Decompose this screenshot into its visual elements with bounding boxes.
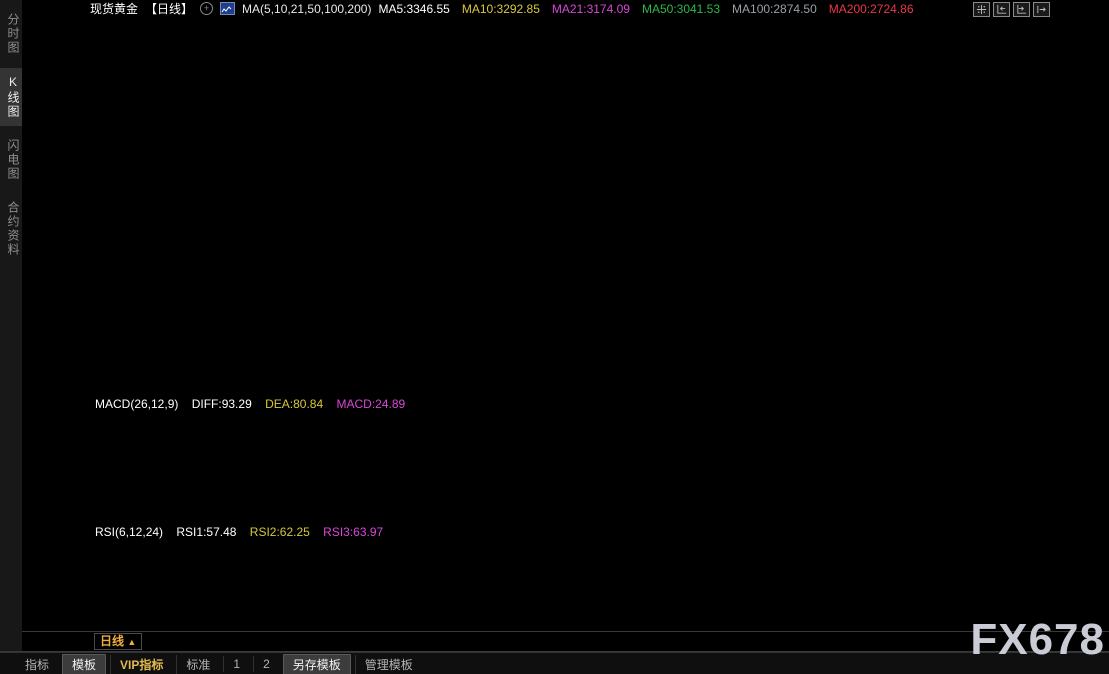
toolbar-item[interactable]: 标准: [176, 654, 219, 674]
symbol-name: 现货黄金: [90, 2, 139, 16]
ma-group-label: MA(5,10,21,50,100,200): [242, 1, 372, 16]
macd-panel-header: MACD(26,12,9) DIFF:93.29 DEA:80.84 MACD:…: [95, 397, 415, 411]
toolbar-item[interactable]: 另存模板: [282, 653, 351, 674]
sidebar-tab-item[interactable]: 闪电图: [0, 132, 22, 188]
mini-chart-icon: [220, 2, 236, 15]
sidebar-tab-active[interactable]: K线图: [0, 68, 22, 126]
axis-shift-right-icon[interactable]: [1013, 2, 1030, 17]
chart-toolbar-icons: [973, 2, 1050, 17]
macd-diff-value: DIFF:93.29: [191, 397, 252, 411]
chart-canvas[interactable]: [0, 0, 1109, 674]
axis-shift-left-icon[interactable]: [993, 2, 1010, 17]
macd-macd-value: MACD:24.89: [336, 397, 406, 411]
period-selector-arrow-icon: ▲: [127, 637, 137, 647]
ma-legend-value: MA10:3292.85: [461, 1, 540, 16]
macd-title: MACD(26,12,9): [95, 397, 179, 411]
trading-app-window: 分时图 K线图闪电图合约资料 现货黄金 【日线】 + MA(5,10,21,50,1…: [0, 0, 1109, 674]
rsi1-value: RSI1:57.48: [176, 525, 237, 539]
ma-legend-value: MA50:3041.53: [641, 1, 721, 16]
sidebar-tab-item[interactable]: 合约资料: [0, 194, 22, 264]
bottom-toolbar: 指标 模板 VIP指标 标准 1 2 另存模板 管理模板: [0, 652, 1109, 674]
toolbar-item[interactable]: 2: [253, 656, 279, 672]
rsi-panel-header: RSI(6,12,24) RSI1:57.48 RSI2:62.25 RSI3:…: [95, 525, 393, 539]
period-selector[interactable]: 日线 ▲: [94, 633, 143, 650]
ma-legend: MA5:3346.55 MA10:3292.85 MA21:3174.09 MA50:…: [378, 2, 913, 16]
watermark: FX678: [970, 615, 1105, 664]
rsi-title: RSI(6,12,24): [95, 525, 164, 539]
rsi2-value: RSI2:62.25: [249, 525, 310, 539]
chart-header: 现货黄金 【日线】 + MA(5,10,21,50,100,200) MA5:33…: [90, 1, 914, 17]
macd-dea-value: DEA:80.84: [265, 397, 324, 411]
ma-legend-value: MA200:2724.86: [828, 1, 914, 16]
x-axis-divider: [0, 631, 1109, 632]
toolbar-item[interactable]: 管理模板: [354, 654, 422, 674]
toolbar-item[interactable]: 指标: [16, 655, 58, 674]
ma-legend-value: MA21:3174.09: [551, 1, 630, 16]
ma-legend-value: MA100:2874.50: [732, 1, 817, 16]
chart-type-sidebar: 分时图 K线图闪电图合约资料: [0, 0, 22, 651]
rsi3-value: RSI3:63.97: [323, 525, 384, 539]
add-indicator-icon[interactable]: +: [200, 2, 214, 15]
crosshair-icon[interactable]: [973, 2, 990, 17]
pan-out-icon[interactable]: [1033, 2, 1050, 17]
ma-legend-value: MA5:3346.55: [378, 1, 450, 16]
toolbar-item[interactable]: VIP指标: [110, 654, 172, 674]
period-tag: 【日线】: [145, 2, 194, 16]
toolbar-item[interactable]: 模板: [62, 653, 107, 674]
toolbar-item[interactable]: 1: [223, 656, 249, 672]
period-selector-label: 日线: [100, 634, 125, 648]
sidebar-tab-item[interactable]: 分时图: [0, 6, 22, 62]
